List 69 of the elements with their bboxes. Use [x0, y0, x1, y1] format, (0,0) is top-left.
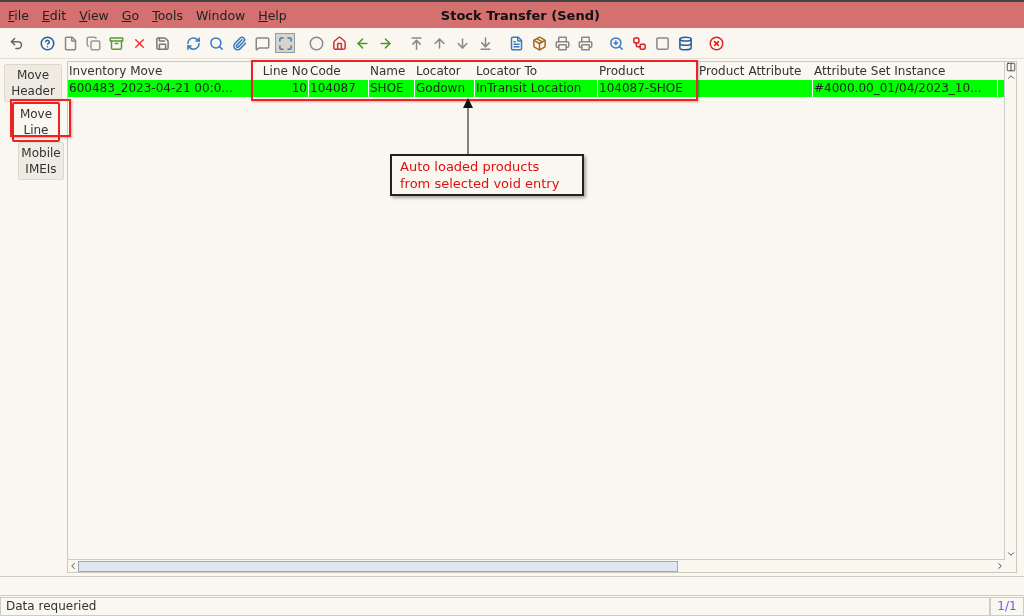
toolbar-button[interactable] — [275, 33, 295, 53]
scroll-left-icon[interactable] — [68, 561, 78, 571]
window-title: Stock Transfer (Send) — [439, 7, 601, 23]
scroll-down-icon[interactable] — [1005, 549, 1016, 559]
column-header[interactable]: Product Attribute — [698, 64, 813, 78]
vertical-scrollbar[interactable] — [1004, 62, 1016, 559]
column-header[interactable]: Name — [369, 64, 415, 78]
fullscreen-icon — [277, 35, 293, 51]
highlight-frame — [10, 99, 71, 137]
save-icon — [154, 35, 170, 51]
back-icon — [354, 35, 370, 51]
home-icon — [331, 35, 347, 51]
tab[interactable]: Move Header — [4, 64, 62, 102]
paperclip-icon — [231, 35, 247, 51]
menu-item[interactable]: Tools — [152, 7, 183, 23]
table-cell: Godown — [415, 80, 475, 97]
column-toggle-icon[interactable] — [1005, 62, 1016, 72]
record-counter: 1/1 — [990, 596, 1024, 616]
menu-item[interactable]: File — [8, 7, 29, 23]
help-icon — [39, 35, 55, 51]
horizontal-scrollbar[interactable] — [68, 559, 1005, 572]
archive-icon — [108, 35, 124, 51]
column-header[interactable]: Product — [598, 64, 698, 78]
page-icon — [62, 35, 78, 51]
tab[interactable]: Move Line — [12, 102, 60, 142]
table-cell: 10 — [253, 80, 309, 97]
annotation-callout: Auto loaded products from selected void entry — [390, 154, 584, 196]
menu-item[interactable]: Edit — [41, 7, 67, 23]
circle-icon — [308, 35, 324, 51]
scroll-right-icon[interactable] — [995, 561, 1005, 571]
column-header[interactable]: Inventory Move — [68, 64, 253, 78]
column-header[interactable]: Attribute Set Instance — [813, 64, 998, 78]
zoom-icon — [608, 35, 624, 51]
table-cell: #4000.00_01/04/2023_10... — [813, 80, 998, 97]
refresh-icon — [185, 35, 201, 51]
pointer-arrow — [462, 98, 474, 154]
menu-item[interactable]: Window — [195, 7, 246, 23]
table-cell: InTransit Location — [475, 80, 598, 97]
workflow-icon — [631, 35, 647, 51]
table-cell: 104087 — [309, 80, 369, 97]
database-icon — [677, 35, 693, 51]
column-header[interactable]: Locator To — [475, 64, 598, 78]
chat-icon — [254, 35, 270, 51]
copy-icon — [85, 35, 101, 51]
forward-icon — [377, 35, 393, 51]
undo-icon — [8, 35, 24, 51]
table-cell: 600483_2023-04-21 00:0... — [68, 80, 253, 97]
menu-item[interactable]: Help — [258, 7, 287, 23]
column-header[interactable]: Line No — [253, 64, 309, 78]
column-header[interactable]: Code — [309, 64, 369, 78]
square-icon — [654, 35, 670, 51]
close-icon — [708, 35, 724, 51]
column-header[interactable]: Locator — [415, 64, 475, 78]
up-icon — [431, 35, 447, 51]
menu-item[interactable]: View — [79, 7, 109, 23]
menu-item[interactable]: Go — [121, 7, 140, 23]
table-cell: 104087-SHOE — [598, 80, 698, 97]
printer-icon — [554, 35, 570, 51]
search-icon — [208, 35, 224, 51]
status-message: Data requeried — [0, 596, 990, 616]
scroll-thumb[interactable] — [78, 560, 678, 572]
table-cell: SHOE — [369, 80, 415, 97]
last-record-icon — [477, 35, 493, 51]
scroll-up-icon[interactable] — [1005, 72, 1016, 82]
report-icon — [508, 35, 524, 51]
tab[interactable]: Mobile IMEIs — [18, 142, 64, 180]
down-icon — [454, 35, 470, 51]
printer-icon — [577, 35, 593, 51]
table-row[interactable]: 600483_2023-04-21 00:0... 10 104087 SHOE Godown InTransit Location 104087-SHOE #4000.00_01/04/2023_10... — [68, 80, 1004, 97]
